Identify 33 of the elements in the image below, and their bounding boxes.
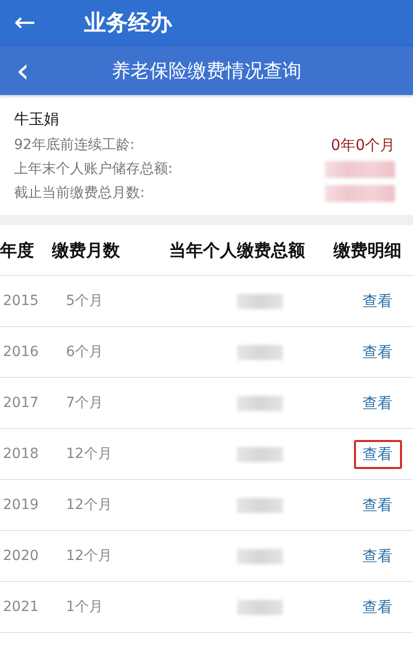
column-header: 当年个人缴费总额 [169, 240, 305, 262]
column-header: 缴费月数 [52, 240, 121, 262]
person-name: 牛玉娟 [14, 110, 59, 129]
field-label: 上年末个人账户储存总额: [14, 160, 173, 178]
view-link[interactable]: 查看 [354, 286, 402, 316]
year-cell-text: 2021 [2, 599, 40, 615]
view-link[interactable]: 查看 [354, 440, 402, 468]
year-cell-text: 2015 [2, 293, 40, 309]
year-cell-text: 2017 [2, 395, 40, 411]
column-header: 缴费明细 [334, 240, 402, 262]
year-cell-text: 2018 [2, 446, 40, 462]
year-cell-text: 2019 [2, 497, 40, 513]
months-cell-text: 12个月 [65, 547, 113, 565]
months-cell-text: 12个月 [65, 496, 113, 514]
months-cell-text: 1个月 [65, 598, 104, 616]
back-button[interactable]: ← [14, 8, 46, 38]
view-link[interactable]: 查看 [354, 490, 402, 520]
field-value: 0年0个月 [330, 136, 395, 154]
view-link[interactable]: 查看 [354, 592, 402, 622]
view-link[interactable]: 查看 [354, 542, 402, 570]
view-link[interactable]: 查看 [354, 338, 402, 366]
app-title: 业务经办 [84, 10, 172, 38]
months-cell-text: 12个月 [65, 445, 113, 463]
months-cell-text: 5个月 [65, 292, 104, 310]
year-cell-text: 2016 [2, 344, 40, 360]
view-link[interactable]: 查看 [354, 388, 402, 418]
months-cell-text: 6个月 [65, 343, 104, 361]
months-cell-text: 7个月 [65, 394, 104, 412]
field-label: 92年底前连续工龄: [14, 136, 135, 154]
year-cell-text: 2020 [2, 548, 40, 564]
field-label: 截止当前缴费总月数: [14, 184, 145, 202]
back-button[interactable]: ‹ [16, 54, 46, 88]
page-title: 养老保险缴费情况查询 [110, 58, 302, 84]
